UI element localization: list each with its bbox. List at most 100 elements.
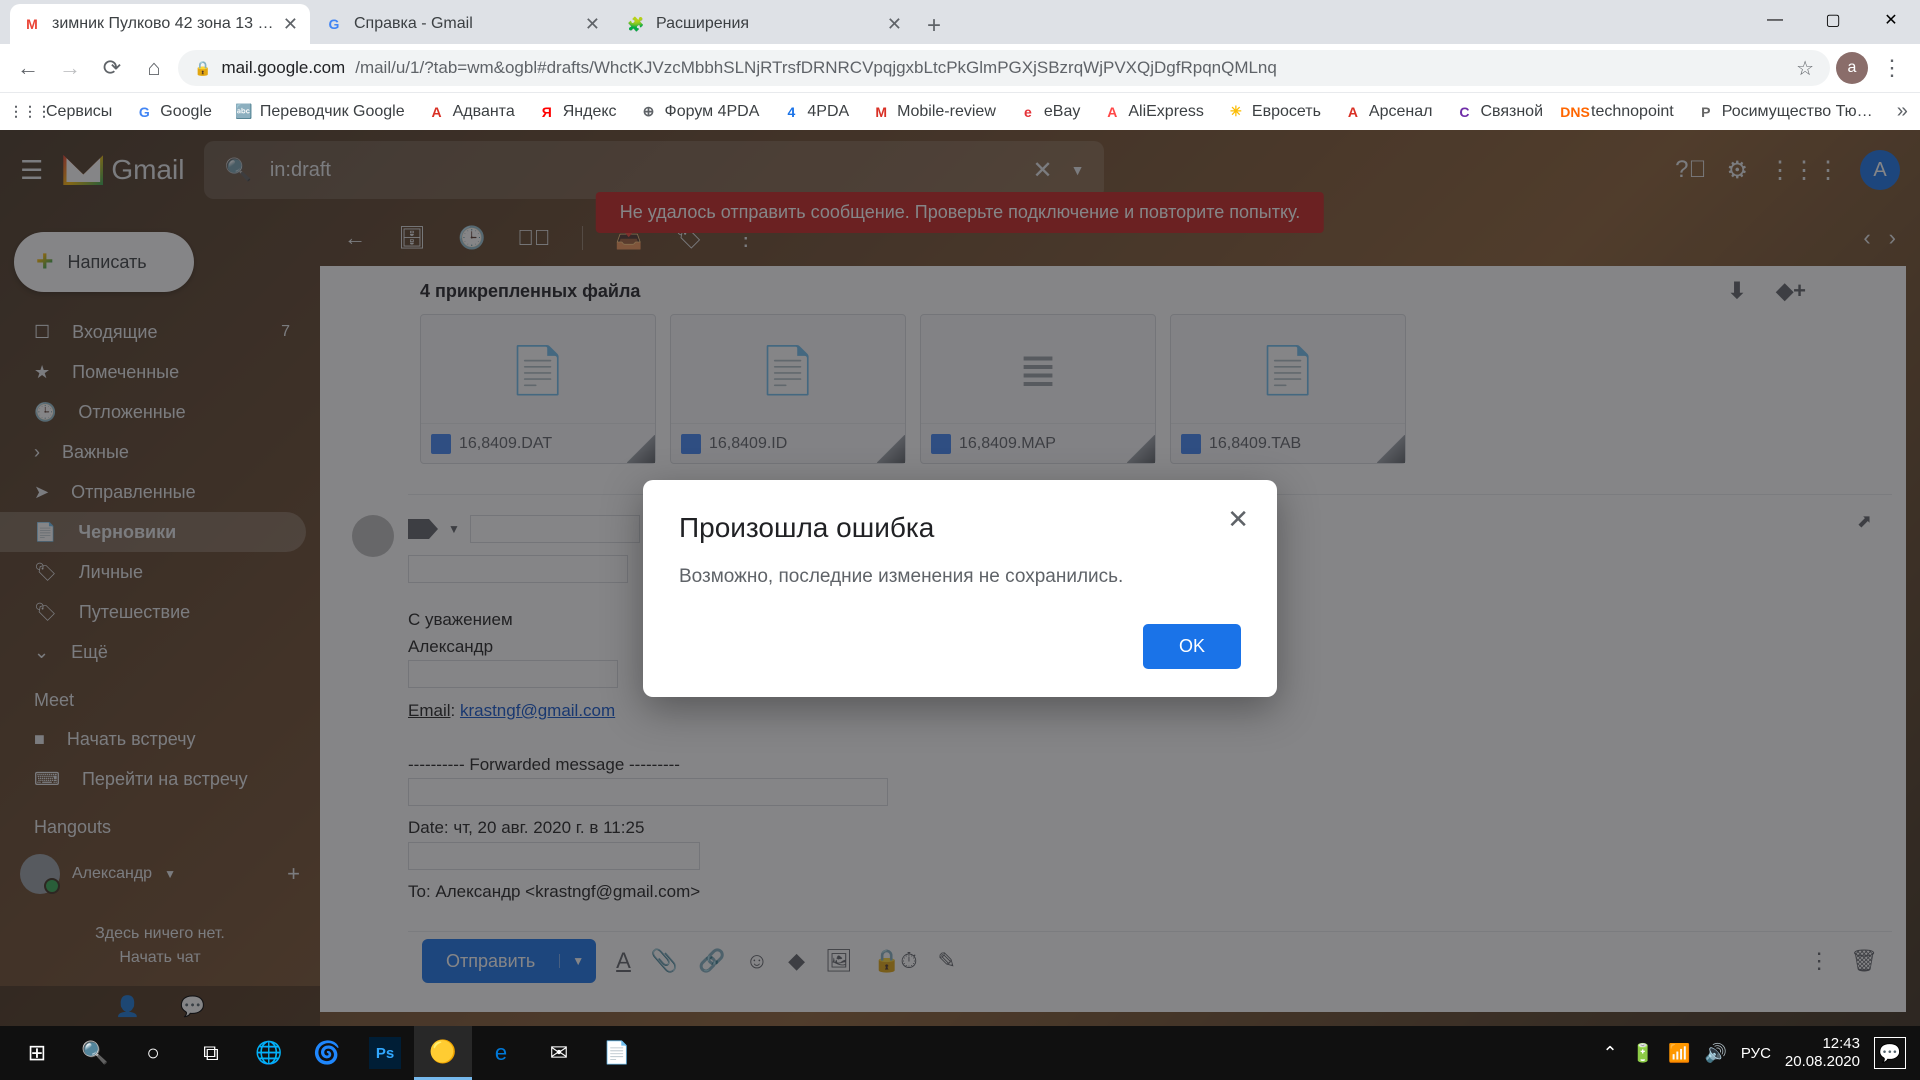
app-icon-1[interactable]: 🌐: [240, 1026, 298, 1080]
gmail-favicon: M: [22, 14, 42, 34]
action-center-icon[interactable]: 💬: [1874, 1037, 1906, 1069]
reload-button[interactable]: ⟳: [94, 50, 130, 86]
bookmark-favicon: C: [1454, 102, 1474, 122]
bookmark-label: Адванта: [453, 103, 515, 121]
tab-1[interactable]: G Справка - Gmail ✕: [312, 4, 612, 44]
bookmark-label: Mobile-review: [897, 103, 996, 121]
bookmark-favicon: ⋮⋮⋮: [20, 102, 40, 122]
bookmark-13[interactable]: DNS technopoint: [1557, 98, 1682, 126]
bookmark-favicon: ⊕: [639, 102, 659, 122]
bookmark-favicon: A: [427, 102, 447, 122]
bookmark-label: technopoint: [1591, 103, 1674, 121]
bookmark-label: Переводчик Google: [260, 103, 405, 121]
tab-2[interactable]: 🧩 Расширения ✕: [614, 4, 914, 44]
bookmark-label: AliExpress: [1128, 103, 1204, 121]
clock-time: 12:43: [1785, 1035, 1860, 1053]
tab-1-title: Справка - Gmail: [354, 15, 577, 33]
app-icon-2[interactable]: 🌀: [298, 1026, 356, 1080]
bookmark-favicon: ✳: [1226, 102, 1246, 122]
lock-icon: 🔒: [194, 60, 211, 77]
modal-close-icon[interactable]: ✕: [1227, 504, 1249, 535]
bookmark-label: Сервисы: [46, 103, 112, 121]
bookmark-favicon: DNS: [1565, 102, 1585, 122]
bookmark-favicon: Я: [537, 102, 557, 122]
volume-icon[interactable]: 🔊: [1704, 1043, 1726, 1064]
bookmark-3[interactable]: A Адванта: [419, 98, 523, 126]
address-bar[interactable]: 🔒 mail.google.com/mail/u/1/?tab=wm&ogbl#…: [178, 50, 1830, 86]
bookmark-8[interactable]: eeBay: [1010, 98, 1088, 126]
close-icon[interactable]: ✕: [283, 14, 298, 35]
maximize-button[interactable]: ▢: [1804, 0, 1862, 40]
bookmark-14[interactable]: РРосимущество Тю…: [1688, 98, 1881, 126]
mail-task-icon[interactable]: ✉: [530, 1026, 588, 1080]
close-window-button[interactable]: ✕: [1862, 0, 1920, 40]
bookmark-0[interactable]: ⋮⋮⋮ Сервисы: [12, 98, 120, 126]
bookmark-favicon: 4: [781, 102, 801, 122]
modal-title: Произошла ошибка: [679, 512, 1241, 544]
bookmark-2[interactable]: 🔤 Переводчик Google: [226, 98, 413, 126]
task-view-icon[interactable]: ⧉: [182, 1026, 240, 1080]
photoshop-icon[interactable]: Ps: [369, 1037, 401, 1069]
bookmark-1[interactable]: GGoogle: [126, 98, 220, 126]
url-path: /mail/u/1/?tab=wm&ogbl#drafts/WhctKJVzcM…: [355, 58, 1277, 78]
tab-0[interactable]: M зимник Пулково 42 зона 13 - kr ✕: [10, 4, 310, 44]
bookmark-favicon: Р: [1696, 102, 1716, 122]
file-task-icon[interactable]: 📄: [588, 1026, 646, 1080]
bookmark-favicon: 🔤: [234, 102, 254, 122]
start-button[interactable]: ⊞: [8, 1026, 66, 1080]
bookmark-7[interactable]: M Mobile-review: [863, 98, 1004, 126]
windows-taskbar: ⊞ 🔍 ○ ⧉ 🌐 🌀 Ps 🟡 e ✉ 📄 ⌃ 🔋 📶 🔊 РУС 12:43…: [0, 1026, 1920, 1080]
forward-button[interactable]: →: [52, 50, 88, 86]
language-indicator[interactable]: РУС: [1741, 1045, 1771, 1062]
modal-body: Возможно, последние изменения не сохрани…: [679, 566, 1241, 588]
bookmark-4[interactable]: ЯЯндекс: [529, 98, 625, 126]
tab-2-title: Расширения: [656, 15, 879, 33]
edge-icon[interactable]: e: [472, 1026, 530, 1080]
bookmarks-bar: ⋮⋮⋮ Сервисы GGoogle 🔤 Переводчик Google A Адва…: [0, 92, 1920, 130]
bookmark-label: eBay: [1044, 103, 1080, 121]
modal-ok-button[interactable]: OK: [1143, 624, 1241, 669]
window-controls: ― ▢ ✕: [1746, 0, 1920, 40]
bookmarks-overflow[interactable]: »: [1887, 100, 1918, 123]
browser-menu-button[interactable]: ⋮: [1874, 55, 1910, 81]
new-tab-button[interactable]: +: [916, 8, 952, 44]
bookmark-favicon: A: [1343, 102, 1363, 122]
bookmark-label: Арсенал: [1369, 103, 1433, 121]
tab-strip: M зимник Пулково 42 зона 13 - kr ✕ G Спр…: [0, 0, 1920, 44]
battery-icon[interactable]: 🔋: [1632, 1043, 1654, 1064]
bookmark-9[interactable]: A AliExpress: [1094, 98, 1212, 126]
bookmark-star-icon[interactable]: ☆: [1796, 56, 1814, 81]
close-icon[interactable]: ✕: [585, 14, 600, 35]
close-icon[interactable]: ✕: [887, 14, 902, 35]
tray-expand-icon[interactable]: ⌃: [1603, 1043, 1618, 1064]
error-modal: ✕ Произошла ошибка Возможно, последние и…: [643, 480, 1277, 697]
back-button[interactable]: ←: [10, 50, 46, 86]
bookmark-label: Евросеть: [1252, 103, 1321, 121]
bookmark-label: Связной: [1480, 103, 1543, 121]
bookmark-label: 4PDA: [807, 103, 849, 121]
bookmark-11[interactable]: A Арсенал: [1335, 98, 1441, 126]
address-row: ← → ⟳ ⌂ 🔒 mail.google.com/mail/u/1/?tab=…: [0, 44, 1920, 92]
bookmark-6[interactable]: 4 4PDA: [773, 98, 857, 126]
url-host: mail.google.com: [221, 58, 345, 78]
bookmark-label: Форум 4PDA: [665, 103, 760, 121]
bookmark-12[interactable]: C Связной: [1446, 98, 1551, 126]
bookmark-10[interactable]: ✳ Евросеть: [1218, 98, 1329, 126]
cortana-icon[interactable]: ○: [124, 1026, 182, 1080]
clock-date: 20.08.2020: [1785, 1053, 1860, 1071]
bookmark-5[interactable]: ⊕ Форум 4PDA: [631, 98, 768, 126]
browser-chrome: M зимник Пулково 42 зона 13 - kr ✕ G Спр…: [0, 0, 1920, 130]
search-task-icon[interactable]: 🔍: [66, 1026, 124, 1080]
minimize-button[interactable]: ―: [1746, 0, 1804, 40]
system-tray: ⌃ 🔋 📶 🔊 РУС 12:43 20.08.2020 💬: [1603, 1035, 1912, 1071]
bookmark-favicon: A: [1102, 102, 1122, 122]
clock[interactable]: 12:43 20.08.2020: [1785, 1035, 1860, 1071]
home-button[interactable]: ⌂: [136, 50, 172, 86]
chrome-task-icon[interactable]: 🟡: [414, 1026, 472, 1080]
bookmark-label: Google: [160, 103, 212, 121]
profile-chip[interactable]: a: [1836, 52, 1868, 84]
wifi-icon[interactable]: 📶: [1668, 1043, 1690, 1064]
bookmark-favicon: e: [1018, 102, 1038, 122]
bookmark-favicon: M: [871, 102, 891, 122]
tab-0-title: зимник Пулково 42 зона 13 - kr: [52, 15, 275, 33]
